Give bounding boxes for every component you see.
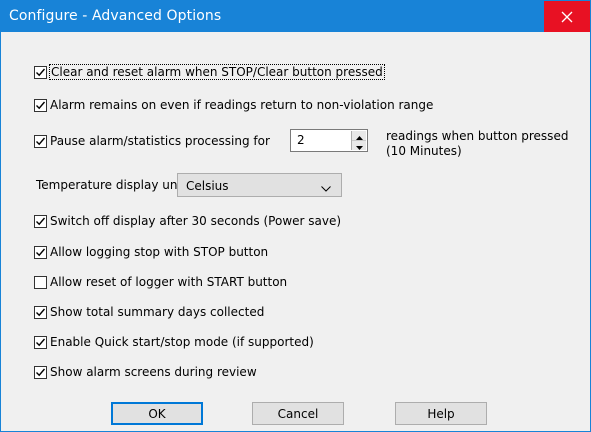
option-clear-reset-alarm[interactable]: Clear and reset alarm when STOP/Clear bu…: [34, 64, 385, 80]
ok-button[interactable]: OK: [111, 402, 203, 425]
option-show-alarm-screens[interactable]: Show alarm screens during review: [34, 364, 257, 380]
option-alarm-remains-on[interactable]: Alarm remains on even if readings return…: [34, 97, 433, 113]
dialog-content: Clear and reset alarm when STOP/Clear bu…: [1, 32, 590, 431]
help-button[interactable]: Help: [395, 402, 487, 425]
pause-readings-value[interactable]: 2: [297, 133, 305, 147]
option-label: Enable Quick start/stop mode (if support…: [50, 335, 314, 349]
option-label: Allow logging stop with STOP button: [50, 245, 269, 259]
checkbox[interactable]: [34, 305, 47, 319]
option-label: Show total summary days collected: [50, 305, 265, 319]
temperature-unit-label: Temperature display unit:: [36, 178, 190, 192]
option-allow-logging-stop[interactable]: Allow logging stop with STOP button: [34, 244, 268, 260]
temperature-unit-value: Celsius: [186, 179, 229, 193]
option-label: Clear and reset alarm when STOP/Clear bu…: [49, 64, 385, 80]
checkbox[interactable]: [34, 214, 47, 228]
option-allow-reset-logger[interactable]: Allow reset of logger with START button: [34, 274, 287, 290]
option-show-summary-days[interactable]: Show total summary days collected: [34, 304, 264, 320]
checkbox[interactable]: [34, 335, 47, 349]
checkbox[interactable]: [34, 134, 47, 148]
dialog-window: Configure - Advanced Options Clear and r…: [0, 0, 591, 432]
arrow-down-icon: [355, 139, 363, 153]
option-pause-alarm[interactable]: Pause alarm/statistics processing for: [34, 133, 270, 149]
close-icon: [561, 11, 573, 23]
pause-readings-note: readings when button pressed (10 Minutes…: [386, 129, 569, 158]
close-button[interactable]: [544, 1, 590, 32]
option-label: Allow reset of logger with START button: [50, 275, 288, 289]
chevron-down-icon: [321, 181, 331, 195]
spin-down-button[interactable]: [352, 141, 366, 150]
checkbox[interactable]: [34, 275, 47, 289]
checkbox[interactable]: [34, 245, 47, 259]
option-label: Switch off display after 30 seconds (Pow…: [50, 214, 342, 228]
checkbox[interactable]: [34, 98, 47, 112]
checkbox[interactable]: [34, 365, 47, 379]
checkbox[interactable]: [34, 65, 47, 79]
window-title: Configure - Advanced Options: [9, 8, 222, 24]
option-label: Pause alarm/statistics processing for: [50, 134, 270, 148]
option-label: Show alarm screens during review: [50, 365, 257, 379]
temperature-unit-select[interactable]: Celsius: [177, 173, 342, 197]
title-bar[interactable]: Configure - Advanced Options: [1, 1, 590, 32]
spin-buttons: [351, 131, 366, 150]
option-label: Alarm remains on even if readings return…: [50, 98, 434, 112]
cancel-button[interactable]: Cancel: [252, 402, 344, 425]
pause-readings-stepper[interactable]: 2: [290, 129, 368, 152]
option-switch-off-display[interactable]: Switch off display after 30 seconds (Pow…: [34, 213, 341, 229]
option-quick-start-stop[interactable]: Enable Quick start/stop mode (if support…: [34, 334, 314, 350]
